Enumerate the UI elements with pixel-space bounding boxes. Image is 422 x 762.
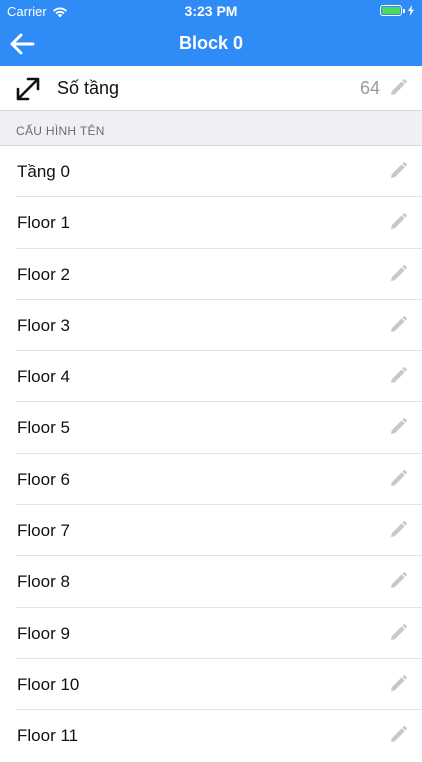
edit-pencil-icon[interactable] (388, 417, 408, 437)
floor-count-value: 64 (359, 78, 380, 98)
battery-icon (380, 5, 402, 16)
floor-row[interactable]: Floor 2 (0, 248, 422, 300)
floor-name: Floor 2 (17, 264, 70, 284)
status-bar: Carrier 3:23 PM (0, 0, 422, 22)
floor-name: Floor 8 (17, 572, 70, 592)
floor-count-row[interactable]: Số tầng 64 (0, 66, 422, 110)
charging-bolt-icon (408, 5, 414, 16)
edit-pencil-icon[interactable] (388, 520, 408, 540)
edit-pencil-icon[interactable] (388, 469, 408, 489)
edit-pencil-icon[interactable] (388, 366, 408, 386)
edit-pencil-icon[interactable] (388, 212, 408, 232)
edit-pencil-icon[interactable] (388, 78, 408, 98)
floor-row[interactable]: Floor 11 (0, 710, 422, 762)
floor-row[interactable]: Floor 9 (0, 607, 422, 659)
floor-row[interactable]: Floor 8 (0, 556, 422, 608)
floor-name: Floor 11 (17, 726, 79, 746)
floor-list: Tầng 0 Floor 1 Floor 2 Floor 3 Floor 4 F… (0, 146, 422, 762)
floor-name: Tầng 0 (17, 162, 70, 181)
status-time: 3:23 PM (184, 3, 238, 19)
floor-name: Floor 10 (17, 674, 80, 694)
floor-name: Floor 1 (17, 213, 70, 233)
floor-name: Floor 7 (17, 521, 70, 541)
floor-name: Floor 9 (17, 623, 70, 643)
floor-row[interactable]: Tầng 0 (0, 146, 422, 198)
battery-indicator (380, 5, 414, 16)
edit-pencil-icon[interactable] (388, 315, 408, 335)
page-title: Block 0 (178, 33, 244, 53)
floor-row[interactable]: Floor 3 (0, 299, 422, 352)
section-header: CẤU HÌNH TÊN (0, 110, 422, 146)
edit-pencil-icon[interactable] (388, 725, 408, 745)
floor-row[interactable]: Floor 6 (0, 453, 422, 506)
app-header: Carrier 3:23 PM Block 0 (0, 0, 422, 66)
floor-row[interactable]: Floor 1 (0, 197, 422, 249)
edit-pencil-icon[interactable] (388, 264, 408, 284)
edit-pencil-icon[interactable] (388, 161, 408, 181)
floor-row[interactable]: Floor 4 (0, 351, 422, 403)
edit-pencil-icon[interactable] (388, 571, 408, 591)
floor-count-label: Số tầng (57, 78, 120, 98)
section-header-label: CẤU HÌNH TÊN (16, 124, 105, 138)
diagonal-resize-icon (16, 77, 40, 101)
floor-name: Floor 3 (17, 315, 70, 335)
edit-pencil-icon[interactable] (388, 674, 408, 694)
floor-row[interactable]: Floor 7 (0, 505, 422, 557)
navigation-bar: Block 0 (0, 22, 422, 66)
edit-pencil-icon[interactable] (388, 623, 408, 643)
floor-row[interactable]: Floor 10 (0, 658, 422, 711)
floor-row[interactable]: Floor 5 (0, 402, 422, 454)
floor-name: Floor 6 (17, 469, 70, 489)
floor-name: Floor 4 (17, 367, 70, 387)
floor-name: Floor 5 (17, 418, 70, 438)
